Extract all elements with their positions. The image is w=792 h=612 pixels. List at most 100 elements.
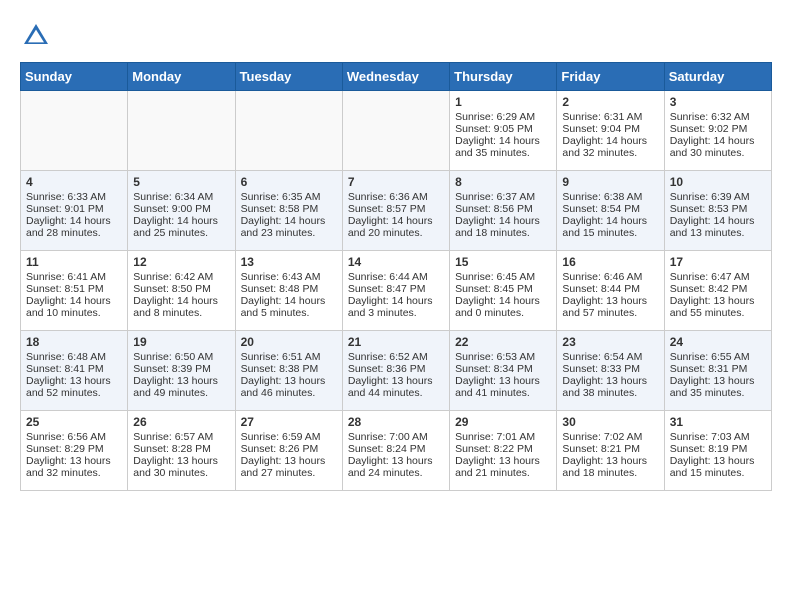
- day-info: Daylight: 13 hours: [133, 455, 229, 467]
- day-info: Sunset: 8:51 PM: [26, 283, 122, 295]
- day-info: Daylight: 14 hours: [133, 215, 229, 227]
- day-info: Sunset: 8:38 PM: [241, 363, 337, 375]
- day-info: Sunset: 8:53 PM: [670, 203, 766, 215]
- calendar-cell: 23 Sunrise: 6:54 AMSunset: 8:33 PMDayligh…: [557, 331, 664, 411]
- day-info: Sunrise: 6:57 AM: [133, 431, 229, 443]
- day-info: Daylight: 13 hours: [562, 375, 658, 387]
- calendar-cell: 31Sunrise: 7:03 AMSunset: 8:19 PMDayligh…: [664, 411, 771, 491]
- day-info: Sunset: 8:58 PM: [241, 203, 337, 215]
- day-number: 24: [670, 335, 766, 349]
- day-header-thursday: Thursday: [450, 63, 557, 91]
- day-number: 23: [562, 335, 658, 349]
- day-info: Sunrise: 6:51 AM: [241, 351, 337, 363]
- week-row-2: 4Sunrise: 6:33 AMSunset: 9:01 PMDaylight…: [21, 171, 772, 251]
- day-info: Sunrise: 6:55 AM: [670, 351, 766, 363]
- day-info: Sunset: 8:50 PM: [133, 283, 229, 295]
- day-number: 7: [348, 175, 444, 189]
- page-header: [20, 20, 772, 52]
- day-info: Sunset: 8:56 PM: [455, 203, 551, 215]
- calendar-cell: 4Sunrise: 6:33 AMSunset: 9:01 PMDaylight…: [21, 171, 128, 251]
- day-info: Daylight: 13 hours: [26, 375, 122, 387]
- week-row-5: 25Sunrise: 6:56 AMSunset: 8:29 PMDayligh…: [21, 411, 772, 491]
- calendar-cell: 29Sunrise: 7:01 AMSunset: 8:22 PMDayligh…: [450, 411, 557, 491]
- day-number: 18: [26, 335, 122, 349]
- day-number: 25: [26, 415, 122, 429]
- day-info: Sunset: 9:05 PM: [455, 123, 551, 135]
- day-info: and 57 minutes.: [562, 307, 658, 319]
- day-info: and 28 minutes.: [26, 227, 122, 239]
- calendar-cell: 27Sunrise: 6:59 AMSunset: 8:26 PMDayligh…: [235, 411, 342, 491]
- calendar-cell: 7Sunrise: 6:36 AMSunset: 8:57 PMDaylight…: [342, 171, 449, 251]
- calendar-cell: 30Sunrise: 7:02 AMSunset: 8:21 PMDayligh…: [557, 411, 664, 491]
- day-number: 27: [241, 415, 337, 429]
- day-info: Sunset: 8:39 PM: [133, 363, 229, 375]
- day-info: and 46 minutes.: [241, 387, 337, 399]
- day-info: Daylight: 14 hours: [670, 135, 766, 147]
- day-info: Sunset: 8:36 PM: [348, 363, 444, 375]
- day-info: Sunset: 8:57 PM: [348, 203, 444, 215]
- day-info: and 20 minutes.: [348, 227, 444, 239]
- day-info: and 24 minutes.: [348, 467, 444, 479]
- calendar-cell: 10Sunrise: 6:39 AMSunset: 8:53 PMDayligh…: [664, 171, 771, 251]
- day-info: Sunrise: 6:38 AM: [562, 191, 658, 203]
- day-info: Sunrise: 6:46 AM: [562, 271, 658, 283]
- day-info: Daylight: 14 hours: [26, 295, 122, 307]
- day-info: Sunset: 8:44 PM: [562, 283, 658, 295]
- day-info: Sunrise: 7:01 AM: [455, 431, 551, 443]
- day-info: Sunset: 8:54 PM: [562, 203, 658, 215]
- day-info: Daylight: 14 hours: [562, 215, 658, 227]
- day-info: Sunrise: 6:52 AM: [348, 351, 444, 363]
- day-info: and 8 minutes.: [133, 307, 229, 319]
- day-info: Sunset: 8:19 PM: [670, 443, 766, 455]
- calendar-cell: 25Sunrise: 6:56 AMSunset: 8:29 PMDayligh…: [21, 411, 128, 491]
- day-info: and 32 minutes.: [26, 467, 122, 479]
- day-info: Sunrise: 6:37 AM: [455, 191, 551, 203]
- calendar-cell: 18Sunrise: 6:48 AMSunset: 8:41 PMDayligh…: [21, 331, 128, 411]
- day-number: 9: [562, 175, 658, 189]
- day-info: Daylight: 13 hours: [348, 375, 444, 387]
- calendar-cell: 9 Sunrise: 6:38 AMSunset: 8:54 PMDaylight…: [557, 171, 664, 251]
- day-info: and 41 minutes.: [455, 387, 551, 399]
- day-number: 15: [455, 255, 551, 269]
- day-number: 19: [133, 335, 229, 349]
- day-info: Sunrise: 7:03 AM: [670, 431, 766, 443]
- calendar-cell: [21, 91, 128, 171]
- day-info: Daylight: 14 hours: [133, 295, 229, 307]
- day-info: Daylight: 14 hours: [455, 295, 551, 307]
- day-header-sunday: Sunday: [21, 63, 128, 91]
- day-number: 13: [241, 255, 337, 269]
- day-info: Daylight: 14 hours: [26, 215, 122, 227]
- day-info: Sunset: 8:41 PM: [26, 363, 122, 375]
- day-info: and 18 minutes.: [455, 227, 551, 239]
- day-info: Sunrise: 6:59 AM: [241, 431, 337, 443]
- calendar-table: SundayMondayTuesdayWednesdayThursdayFrid…: [20, 62, 772, 491]
- day-info: Sunset: 9:01 PM: [26, 203, 122, 215]
- day-number: 4: [26, 175, 122, 189]
- day-info: Daylight: 14 hours: [241, 295, 337, 307]
- day-info: and 30 minutes.: [670, 147, 766, 159]
- day-info: Sunrise: 6:44 AM: [348, 271, 444, 283]
- day-info: Daylight: 13 hours: [241, 375, 337, 387]
- day-info: Sunrise: 6:54 AM: [562, 351, 658, 363]
- calendar-cell: [342, 91, 449, 171]
- day-info: Daylight: 14 hours: [455, 215, 551, 227]
- day-info: and 21 minutes.: [455, 467, 551, 479]
- day-number: 11: [26, 255, 122, 269]
- day-number: 29: [455, 415, 551, 429]
- week-row-1: 1Sunrise: 6:29 AMSunset: 9:05 PMDaylight…: [21, 91, 772, 171]
- day-info: Sunrise: 6:36 AM: [348, 191, 444, 203]
- day-info: Sunset: 9:02 PM: [670, 123, 766, 135]
- calendar-cell: 17Sunrise: 6:47 AMSunset: 8:42 PMDayligh…: [664, 251, 771, 331]
- day-info: and 23 minutes.: [241, 227, 337, 239]
- day-info: Sunrise: 6:53 AM: [455, 351, 551, 363]
- calendar-cell: 5Sunrise: 6:34 AMSunset: 9:00 PMDaylight…: [128, 171, 235, 251]
- day-info: Sunrise: 6:32 AM: [670, 111, 766, 123]
- calendar-cell: 8Sunrise: 6:37 AMSunset: 8:56 PMDaylight…: [450, 171, 557, 251]
- day-number: 10: [670, 175, 766, 189]
- day-info: Daylight: 14 hours: [455, 135, 551, 147]
- day-info: Daylight: 14 hours: [348, 295, 444, 307]
- calendar-cell: 3Sunrise: 6:32 AMSunset: 9:02 PMDaylight…: [664, 91, 771, 171]
- calendar-cell: 20Sunrise: 6:51 AMSunset: 8:38 PMDayligh…: [235, 331, 342, 411]
- day-info: Sunset: 8:33 PM: [562, 363, 658, 375]
- day-info: Sunrise: 6:41 AM: [26, 271, 122, 283]
